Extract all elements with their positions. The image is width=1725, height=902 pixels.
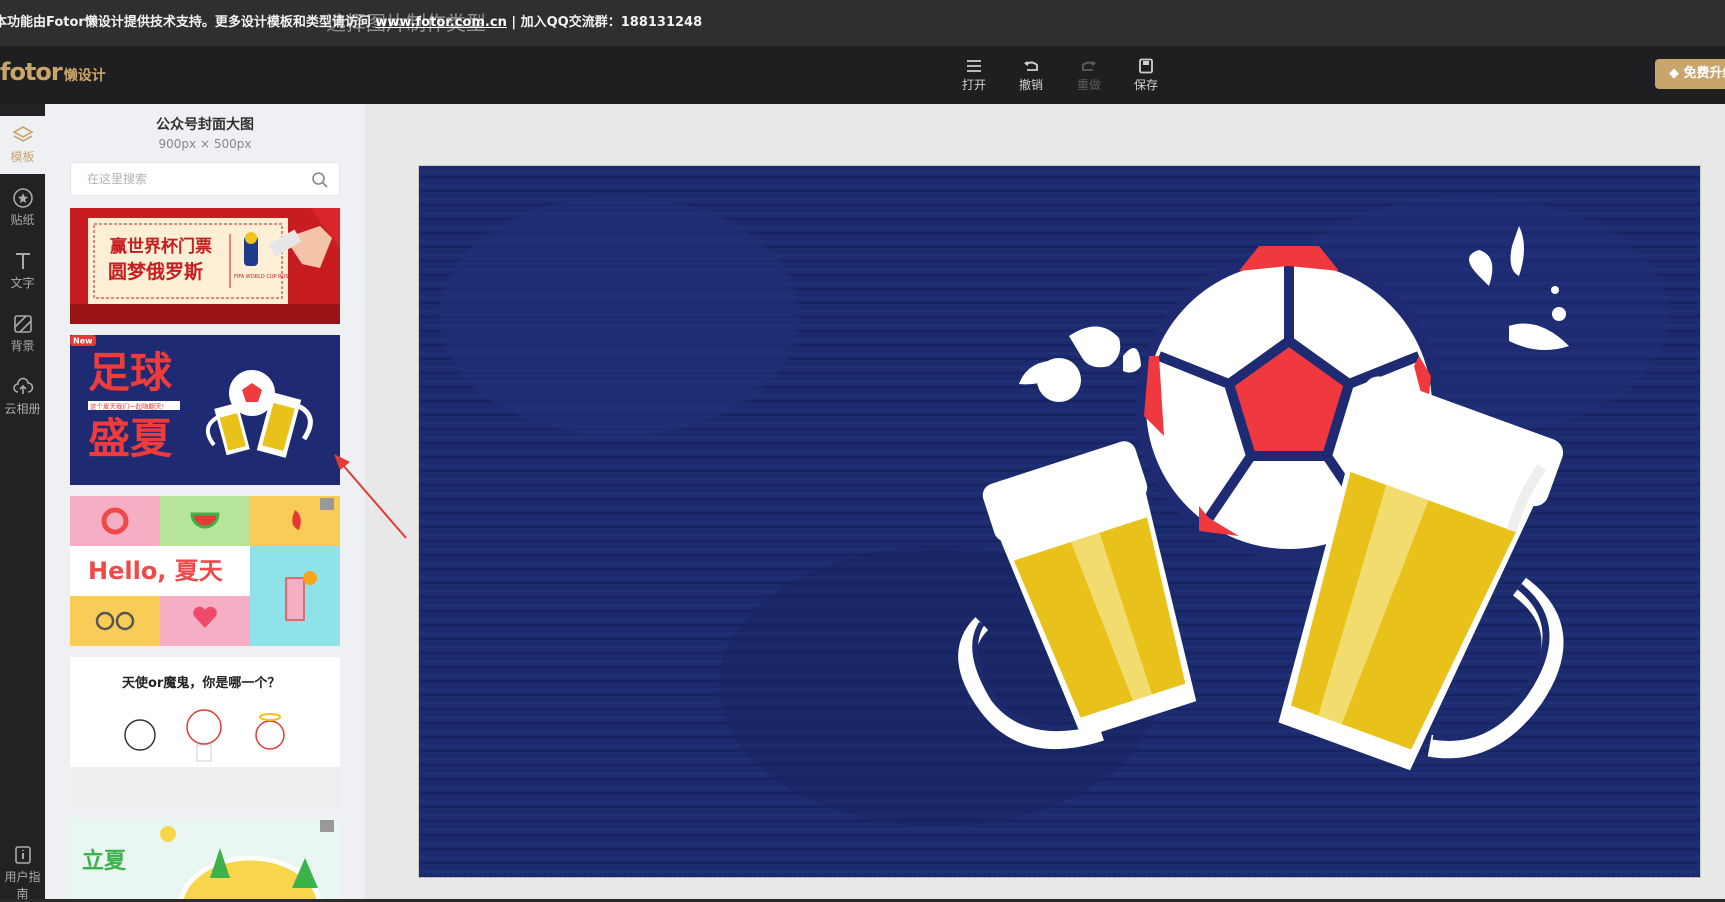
- text-icon: [15, 253, 30, 269]
- ad-text: 天使or魔鬼，你是哪一个？: [122, 675, 280, 691]
- redo-icon: [1082, 61, 1096, 71]
- panel-size: 900px × 500px: [158, 137, 252, 151]
- nav-label-cloud-album: 云相册: [4, 402, 41, 416]
- logo-sub: 懒设计: [63, 68, 106, 84]
- open-button[interactable]: 打开: [954, 58, 994, 93]
- undo-label: 撤销: [1018, 78, 1043, 92]
- redo-label: 重做: [1076, 78, 1101, 92]
- lx-text: 立夏: [82, 848, 127, 874]
- fs-big1: 足球: [88, 348, 173, 397]
- search-icon[interactable]: [311, 171, 329, 189]
- upgrade-label: 免费升级: [1683, 66, 1725, 81]
- canvas-artwork: [419, 166, 1700, 877]
- template-card-world-cup[interactable]: 赢世界杯门票 圆梦俄罗斯 FIFA WORLD CUP RUSSIA 2018: [70, 208, 340, 324]
- design-canvas[interactable]: [419, 166, 1700, 877]
- search-input[interactable]: [71, 163, 291, 195]
- templates-panel: 公众号封面大图 900px × 500px 赢世界杯门票 圆梦俄罗斯 FIFA …: [45, 104, 365, 899]
- nav-item-user-guide[interactable]: 用户指南: [0, 836, 45, 901]
- background-icon: [13, 315, 32, 333]
- template-angel-devil-art: 天使or魔鬼，你是哪一个？: [70, 657, 340, 807]
- fotor-logo[interactable]: fotor 懒设计: [0, 58, 106, 86]
- notice-text: 本功能由Fotor懒设计提供技术支持。更多设计模板和类型请访问 www.foto…: [0, 0, 702, 46]
- left-nav: 模板 贴纸 文字 背景 云相册 用户指南: [0, 104, 45, 901]
- nav-label-stickers: 贴纸: [10, 213, 35, 227]
- open-label: 打开: [961, 78, 986, 92]
- undo-icon: [1024, 61, 1038, 71]
- nav-label-user-guide: 用户指南: [4, 870, 41, 901]
- cloud-upload-icon: [12, 377, 33, 394]
- panel-title: 公众号封面大图: [156, 117, 254, 133]
- diamond-icon: ◆: [1669, 66, 1679, 81]
- nav-item-background[interactable]: 背景: [0, 305, 45, 363]
- template-world-cup-art: 赢世界杯门票 圆梦俄罗斯 FIFA WORLD CUP RUSSIA 2018: [70, 208, 340, 324]
- editor-header: fotor 懒设计 打开 撤销 重做 保存 ◆ 免费升级: [0, 46, 1725, 104]
- nav-item-templates[interactable]: 模板: [0, 116, 45, 174]
- notice-bar: 选择图片制作类型 本功能由Fotor懒设计提供技术支持。更多设计模板和类型请访问…: [0, 0, 1725, 46]
- redo-button[interactable]: 重做: [1069, 58, 1109, 93]
- wc-line2: 圆梦俄罗斯: [108, 260, 203, 283]
- notice-suffix: | 加入QQ交流群：188131248: [506, 15, 703, 30]
- undo-button[interactable]: 撤销: [1011, 58, 1051, 93]
- nav-item-cloud-album[interactable]: 云相册: [0, 368, 45, 426]
- wc-badge: FIFA WORLD CUP RUSSIA 2018: [234, 274, 311, 280]
- upgrade-button[interactable]: ◆ 免费升级: [1655, 59, 1725, 89]
- wc-line1: 赢世界杯门票: [110, 236, 212, 257]
- template-card-hello-summer[interactable]: Hello, 夏天: [70, 496, 340, 646]
- fs-tag: New: [73, 337, 93, 346]
- fs-small: 这个夏天我们一起嗨翻天!: [90, 402, 164, 411]
- save-icon: [1139, 58, 1153, 74]
- layers-icon: [11, 126, 34, 142]
- nav-label-text: 文字: [10, 276, 35, 290]
- menu-icon: [967, 60, 981, 72]
- template-lixia-art: 立夏: [70, 818, 340, 899]
- template-card-football-summer[interactable]: New 足球 这个夏天我们一起嗨翻天! 盛夏: [70, 335, 340, 485]
- info-icon: [14, 846, 31, 864]
- arrow-annotation: [334, 454, 407, 539]
- star-circle-icon: [12, 188, 33, 208]
- save-button[interactable]: 保存: [1126, 58, 1166, 93]
- notice-prefix: 本功能由Fotor懒设计提供技术支持。更多设计模板和类型请访问: [0, 15, 376, 30]
- template-hello-summer-art: Hello, 夏天: [70, 496, 340, 646]
- save-label: 保存: [1133, 78, 1158, 92]
- fs-big2: 盛夏: [88, 414, 173, 463]
- template-football-summer-art: New 足球 这个夏天我们一起嗨翻天! 盛夏: [70, 335, 340, 485]
- nav-label-background: 背景: [10, 339, 35, 353]
- template-search: [70, 162, 340, 196]
- logo-main: fotor: [0, 58, 63, 86]
- nav-item-text[interactable]: 文字: [0, 242, 45, 300]
- nav-item-stickers[interactable]: 贴纸: [0, 179, 45, 237]
- canvas-guide-line: [419, 877, 1700, 878]
- template-card-lixia[interactable]: 立夏: [70, 818, 340, 899]
- fotor-site-link[interactable]: www.fotor.com.cn: [375, 15, 506, 30]
- nav-label-templates: 模板: [10, 150, 35, 164]
- template-card-angel-devil[interactable]: 天使or魔鬼，你是哪一个？: [70, 657, 340, 807]
- hs-text: Hello, 夏天: [88, 557, 223, 585]
